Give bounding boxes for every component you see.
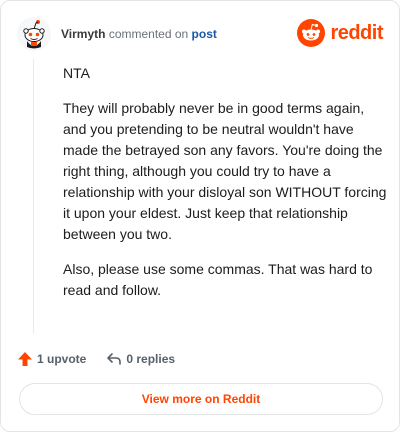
upvote-arrow-icon (18, 352, 32, 366)
comment-action-text: commented on (108, 27, 189, 41)
upvote-button[interactable]: 1 upvote (17, 351, 86, 367)
post-link[interactable]: post (192, 27, 217, 41)
thread-line (33, 59, 34, 334)
comment-header: Virmyth commented on post reddit (17, 17, 383, 51)
comment-paragraph: NTA (63, 65, 90, 81)
reply-arrow-icon (107, 353, 122, 365)
comment-body: NTA They will probably never be in good … (63, 63, 389, 315)
reply-button[interactable]: 0 replies (106, 351, 175, 367)
reddit-wordmark: reddit (330, 21, 383, 44)
avatar[interactable] (17, 17, 51, 51)
upvote-count: 1 upvote (37, 352, 87, 366)
view-more-button[interactable]: View more on Reddit (19, 383, 383, 415)
reddit-brand[interactable]: reddit (297, 19, 383, 47)
comment-actions: 1 upvote 0 replies (17, 348, 175, 370)
snoo-avatar-icon (17, 17, 51, 51)
comment-paragraph: Also, please use some commas. That was h… (63, 261, 373, 298)
comment-paragraph: They will probably never be in good term… (63, 100, 387, 242)
author-name[interactable]: Virmyth (61, 27, 105, 41)
reddit-logo-icon (297, 19, 326, 47)
comment-meta: Virmyth commented on post (61, 27, 217, 41)
reply-count: 0 replies (126, 352, 176, 366)
reddit-comment-embed: Virmyth commented on post reddit NTA The… (0, 0, 400, 432)
